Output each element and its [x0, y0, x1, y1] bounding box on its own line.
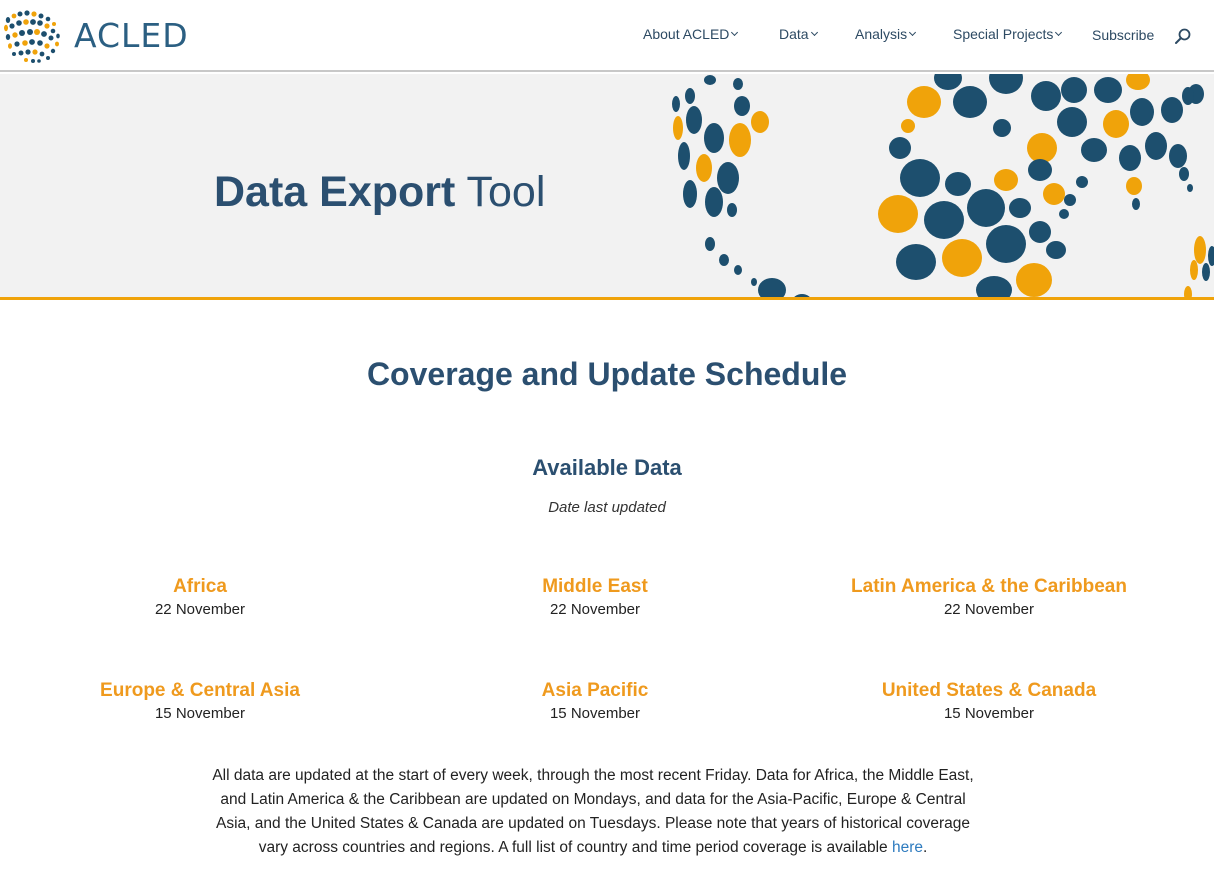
region-europe-central-asia: Europe & Central Asia 15 November — [0, 680, 400, 722]
nav-about-label: About ACLED — [643, 26, 730, 42]
page-title: Data Export Tool — [214, 168, 545, 217]
nav-data[interactable]: Data — [779, 26, 818, 42]
chevron-down-icon — [731, 28, 739, 37]
hero-banner: Data Export Tool — [0, 74, 1214, 300]
nav-analysis-label: Analysis — [855, 26, 908, 42]
search-icon[interactable] — [1173, 27, 1193, 47]
region-name: Latin America & the Caribbean — [851, 576, 1127, 597]
country-coverage-link[interactable]: here — [892, 839, 923, 856]
page-title-bold: Data Export — [214, 168, 456, 216]
page-title-light: Tool — [466, 168, 546, 216]
region-name: Africa — [173, 576, 227, 597]
subscribe-link[interactable]: Subscribe — [1092, 27, 1154, 43]
nav-analysis[interactable]: Analysis — [855, 26, 917, 42]
nav-data-label: Data — [779, 26, 809, 42]
update-schedule-note: All data are updated at the start of eve… — [207, 764, 979, 860]
coverage-heading: Coverage and Update Schedule — [366, 356, 848, 392]
nav-special-projects[interactable]: Special Projects — [953, 26, 1063, 42]
chevron-down-icon — [810, 28, 818, 37]
region-date: 15 November — [154, 705, 246, 722]
date-last-updated-label: Date last updated — [548, 499, 666, 516]
region-date: 22 November — [943, 601, 1035, 618]
region-date: 22 November — [154, 601, 246, 618]
nav-special-projects-label: Special Projects — [953, 26, 1054, 42]
available-data-heading: Available Data — [532, 455, 682, 480]
region-asia-pacific: Asia Pacific 15 November — [395, 680, 795, 722]
globe-dots-illustration — [672, 74, 1214, 297]
region-date: 15 November — [943, 705, 1035, 722]
region-middle-east: Middle East 22 November — [395, 576, 795, 618]
chevron-down-icon — [909, 28, 917, 37]
chevron-down-icon — [1055, 28, 1063, 37]
note-end: . — [922, 839, 928, 856]
region-latin-america: Latin America & the Caribbean 22 Novembe… — [789, 576, 1189, 618]
site-header: ACLED About ACLED Data Analysis Special … — [0, 0, 1214, 72]
region-date: 22 November — [549, 601, 641, 618]
region-name: Middle East — [542, 576, 648, 597]
nav-about-acled[interactable]: About ACLED — [643, 26, 739, 42]
region-name: Europe & Central Asia — [100, 680, 300, 701]
region-name: United States & Canada — [881, 680, 1097, 701]
region-us-canada: United States & Canada 15 November — [789, 680, 1189, 722]
region-africa: Africa 22 November — [0, 576, 400, 618]
region-date: 15 November — [549, 705, 641, 722]
note-text: All data are updated at the start of eve… — [212, 767, 974, 856]
region-name: Asia Pacific — [541, 680, 649, 701]
main-nav: About ACLED Data Analysis Special Projec… — [0, 26, 1214, 48]
